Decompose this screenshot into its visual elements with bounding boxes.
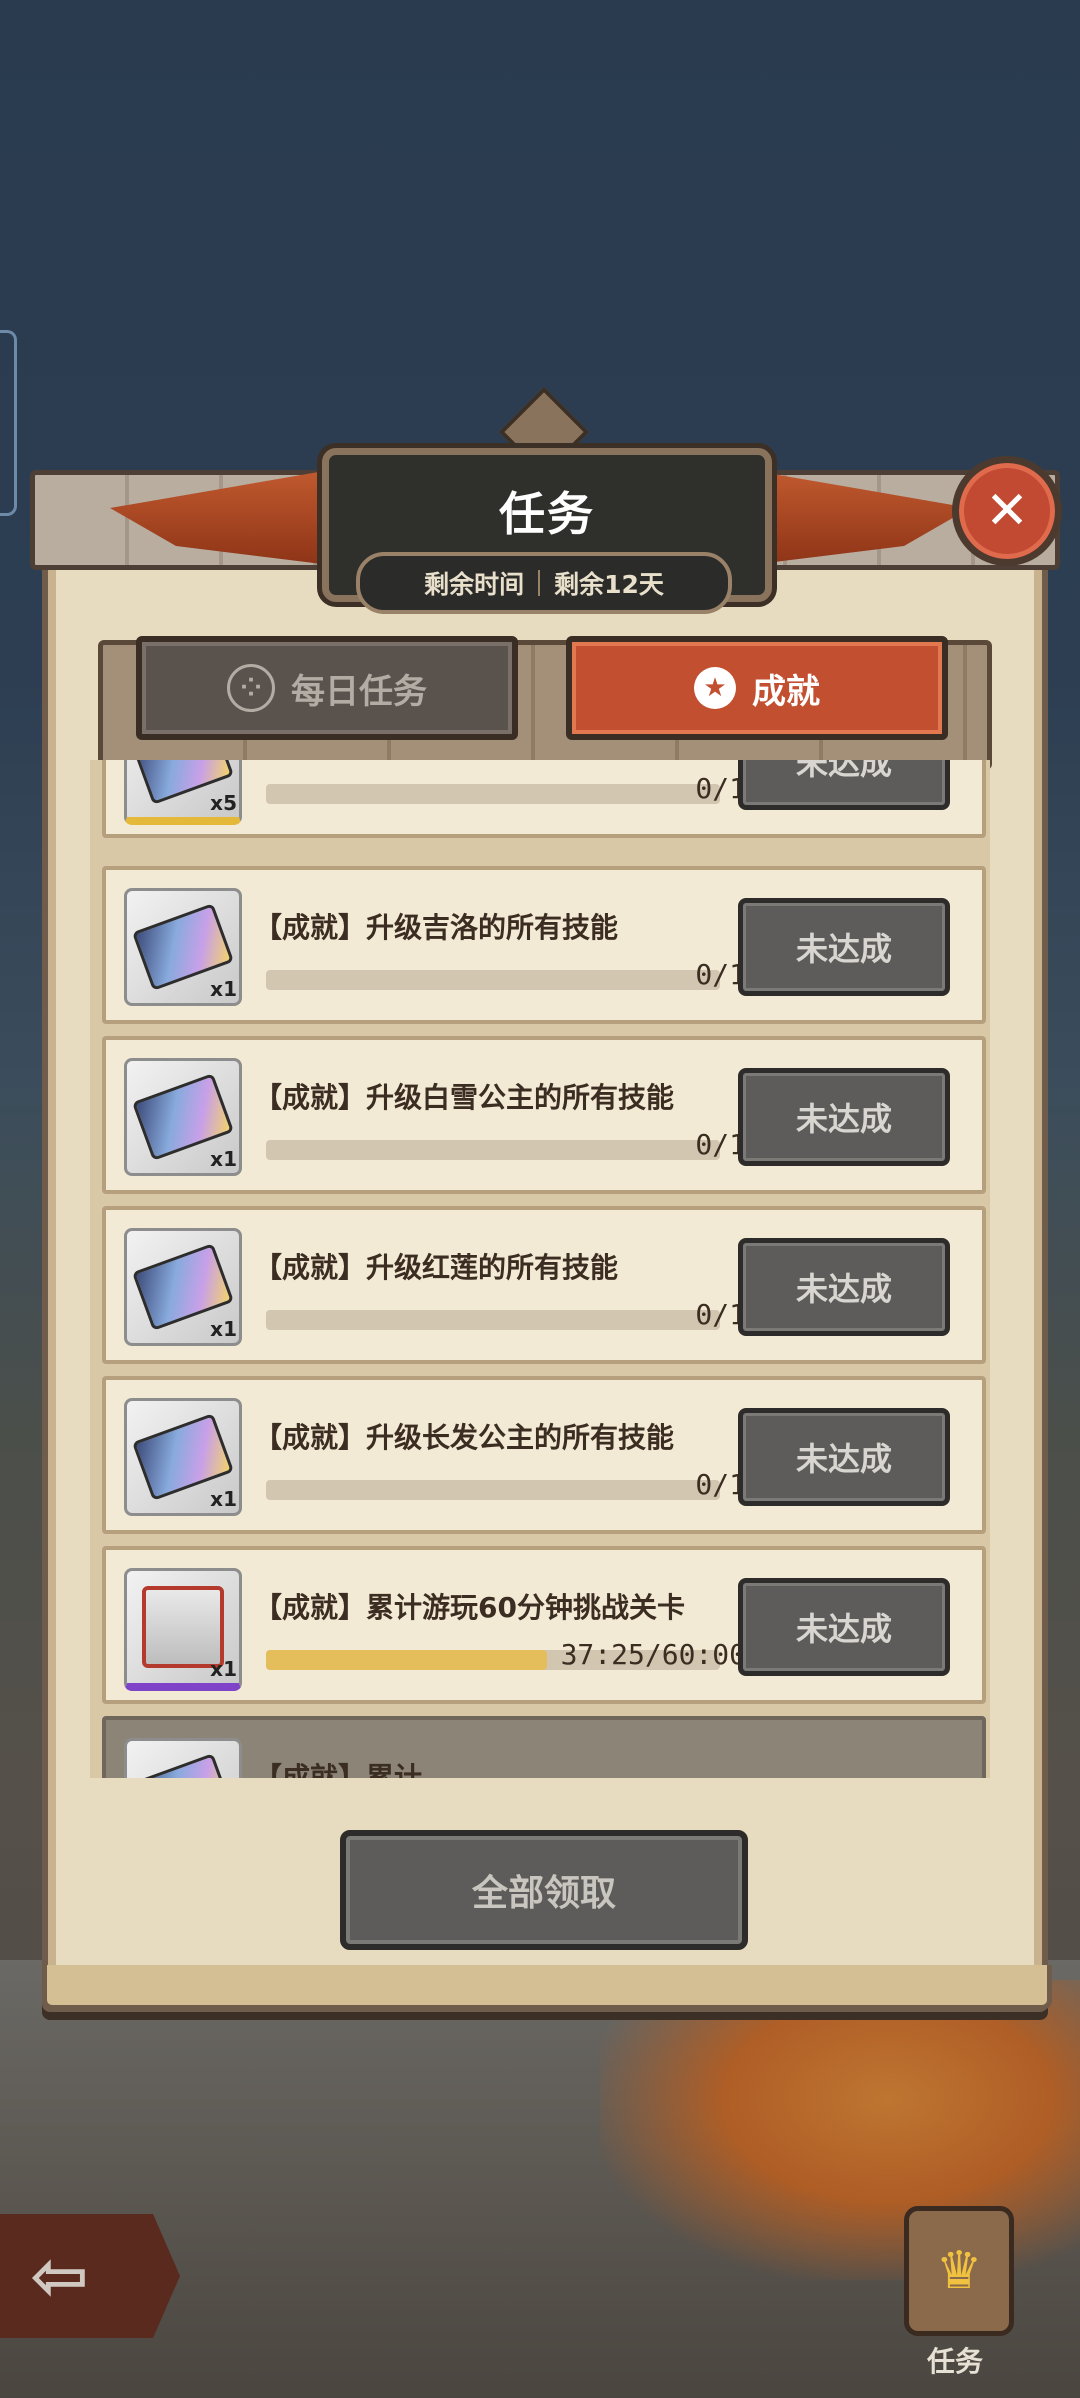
status-button[interactable]: 未达成 (738, 1068, 950, 1166)
reward-quantity: x5 (210, 791, 237, 815)
reward-icon: x1 (124, 1228, 242, 1346)
achievement-list[interactable]: x5 0/1 未达成 x1 【成就】升级吉洛的所有技能 0/1 未达成 x1 【… (90, 760, 990, 1778)
list-item: x1 【成就】升级吉洛的所有技能 0/1 未达成 (102, 866, 986, 1024)
tab-label: 成就 (752, 671, 820, 712)
close-button[interactable]: ✕ (952, 456, 1062, 566)
reward-icon (124, 1738, 242, 1778)
back-button[interactable]: ⇦ (0, 2214, 180, 2338)
progress-bar (266, 1140, 720, 1160)
panel-base (42, 1965, 1052, 2010)
reward-icon: x1 (124, 888, 242, 1006)
list-item: x1 【成就】升级白雪公主的所有技能 0/1 未达成 (102, 1036, 986, 1194)
progress-bar (266, 1480, 720, 1500)
time-label: 剩余时间 (424, 570, 525, 599)
quest-nav-button[interactable]: ♛ 任务 (880, 2196, 1030, 2378)
claim-all-button[interactable]: 全部领取 (340, 1830, 748, 1950)
tab-achievements[interactable]: ★ 成就 (566, 636, 948, 740)
tab-daily-tasks[interactable]: ⁘ 每日任务 (136, 636, 518, 740)
side-handle (0, 330, 17, 516)
close-icon: ✕ (985, 481, 1029, 541)
status-button[interactable]: 未达成 (738, 1578, 950, 1676)
status-button[interactable]: 未达成 (738, 898, 950, 996)
ticket-icon (131, 1753, 235, 1778)
list-item: 【成就】累计 (102, 1716, 986, 1778)
list-item: x1 【成就】升级长发公主的所有技能 0/1 未达成 (102, 1376, 986, 1534)
reward-icon: x1 (124, 1058, 242, 1176)
achievement-title: 【成就】累计 (254, 1761, 423, 1778)
page-title: 任务 (499, 487, 595, 541)
achievement-title: 【成就】升级长发公主的所有技能 (254, 1421, 675, 1454)
time-value: 剩余12天 (554, 570, 664, 599)
progress-bar (266, 970, 720, 990)
chest-icon (142, 1586, 224, 1668)
star-icon: ★ (694, 667, 736, 709)
achievement-title: 【成就】升级白雪公主的所有技能 (254, 1081, 675, 1114)
reward-quantity: x1 (210, 1317, 237, 1341)
list-item: x5 0/1 未达成 (102, 760, 986, 838)
reward-quantity: x1 (210, 977, 237, 1001)
reward-icon: x1 (124, 1568, 242, 1691)
list-item: x1 【成就】累计游玩60分钟挑战关卡 37:25/60:00 未达成 (102, 1546, 986, 1704)
reward-quantity: x1 (210, 1657, 237, 1681)
tab-label: 每日任务 (291, 671, 427, 712)
quest-nav-label: 任务 (926, 2345, 983, 2378)
crown-scroll-icon: ♛ (904, 2206, 1014, 2336)
status-button[interactable]: 未达成 (738, 1408, 950, 1506)
reward-quantity: x1 (210, 1487, 237, 1511)
status-button[interactable]: 未达成 (738, 1238, 950, 1336)
progress-text: 37:25/60:00 (560, 1638, 746, 1671)
divider (538, 570, 541, 596)
progress-bar (266, 1310, 720, 1330)
status-button[interactable]: 未达成 (738, 760, 950, 810)
achievement-title: 【成就】累计游玩60分钟挑战关卡 (254, 1591, 685, 1624)
arrow-left-icon: ⇦ (30, 2235, 89, 2317)
achievement-title: 【成就】升级吉洛的所有技能 (254, 911, 619, 944)
list-item: x1 【成就】升级红莲的所有技能 0/1 未达成 (102, 1206, 986, 1364)
reward-quantity: x1 (210, 1147, 237, 1171)
dots-circle-icon: ⁘ (227, 664, 275, 712)
achievement-title: 【成就】升级红莲的所有技能 (254, 1251, 619, 1284)
reward-icon: x1 (124, 1398, 242, 1516)
time-remaining-pill: 剩余时间 剩余12天 (356, 552, 732, 614)
progress-bar (266, 784, 720, 804)
reward-icon: x5 (124, 760, 242, 825)
